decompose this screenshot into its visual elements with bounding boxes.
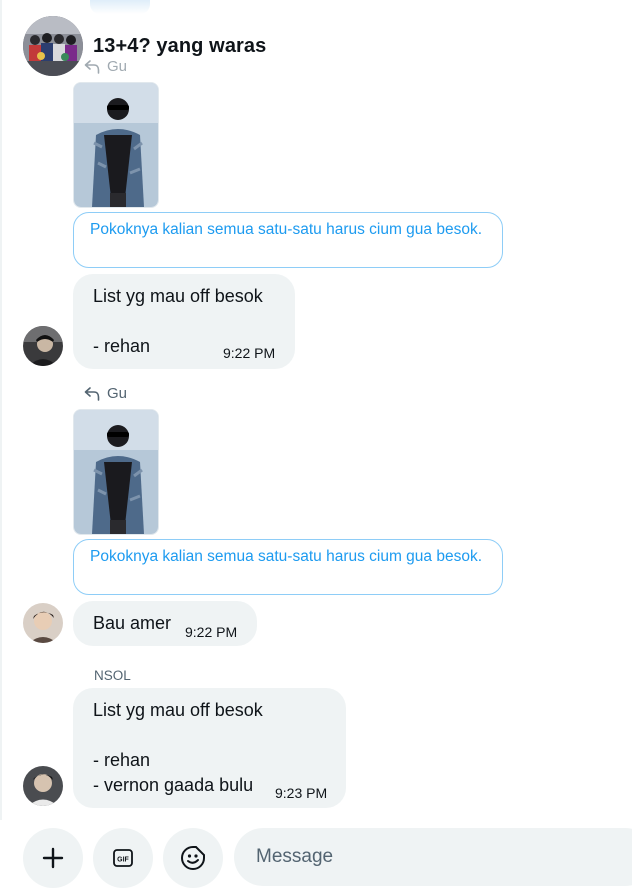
message-bubble[interactable]: List yg mau off besok - rehan 9:22 PM xyxy=(73,274,295,369)
reply-context[interactable]: Gu xyxy=(84,58,127,75)
message-line: List yg mau off besok xyxy=(93,286,263,306)
message-line: Bau amer xyxy=(93,613,172,633)
group-avatar[interactable] xyxy=(23,16,83,76)
quoted-message[interactable]: Pokoknya kalian semua satu-satu harus ci… xyxy=(73,539,503,595)
message-bubble[interactable]: List yg mau off besok - rehan - vernon g… xyxy=(73,688,346,808)
message-line xyxy=(93,309,275,334)
sender-name: NSOL xyxy=(94,668,131,683)
gif-icon: GIF xyxy=(113,849,133,867)
message-timestamp: 9:22 PM xyxy=(185,624,238,640)
reply-image-thumbnail[interactable] xyxy=(73,82,159,208)
message-input-container[interactable] xyxy=(234,828,632,886)
message-timestamp: 9:23 PM xyxy=(275,785,328,801)
reply-context[interactable]: Gu xyxy=(84,385,127,402)
reply-icon xyxy=(84,386,100,401)
message-bubble[interactable]: Bau amer 9:22 PM xyxy=(73,601,257,646)
avatar[interactable] xyxy=(23,326,63,366)
message-line xyxy=(93,723,326,748)
quoted-message[interactable]: Pokoknya kalian semua satu-satu harus ci… xyxy=(73,212,503,268)
message-line: List yg mau off besok xyxy=(93,700,263,720)
avatar[interactable] xyxy=(23,766,63,806)
reply-image-thumbnail[interactable] xyxy=(73,409,159,535)
message-line: - rehan xyxy=(93,750,151,770)
add-media-button[interactable] xyxy=(23,828,83,888)
message-composer: GIF xyxy=(0,820,632,888)
svg-text:GIF: GIF xyxy=(117,857,129,864)
message-timestamp: 9:22 PM xyxy=(223,345,276,361)
emoji-button[interactable] xyxy=(163,828,223,888)
emoji-icon xyxy=(181,846,205,870)
reply-author: Gu xyxy=(107,385,128,402)
gif-button[interactable]: GIF xyxy=(93,828,153,888)
reply-icon xyxy=(84,59,100,74)
reply-author: Gu xyxy=(107,58,128,75)
plus-icon xyxy=(42,847,64,869)
message-input[interactable] xyxy=(254,845,618,869)
avatar[interactable] xyxy=(23,603,63,643)
conversation-title: 13+4? yang waras xyxy=(93,35,267,57)
conversation-divider xyxy=(0,0,2,881)
